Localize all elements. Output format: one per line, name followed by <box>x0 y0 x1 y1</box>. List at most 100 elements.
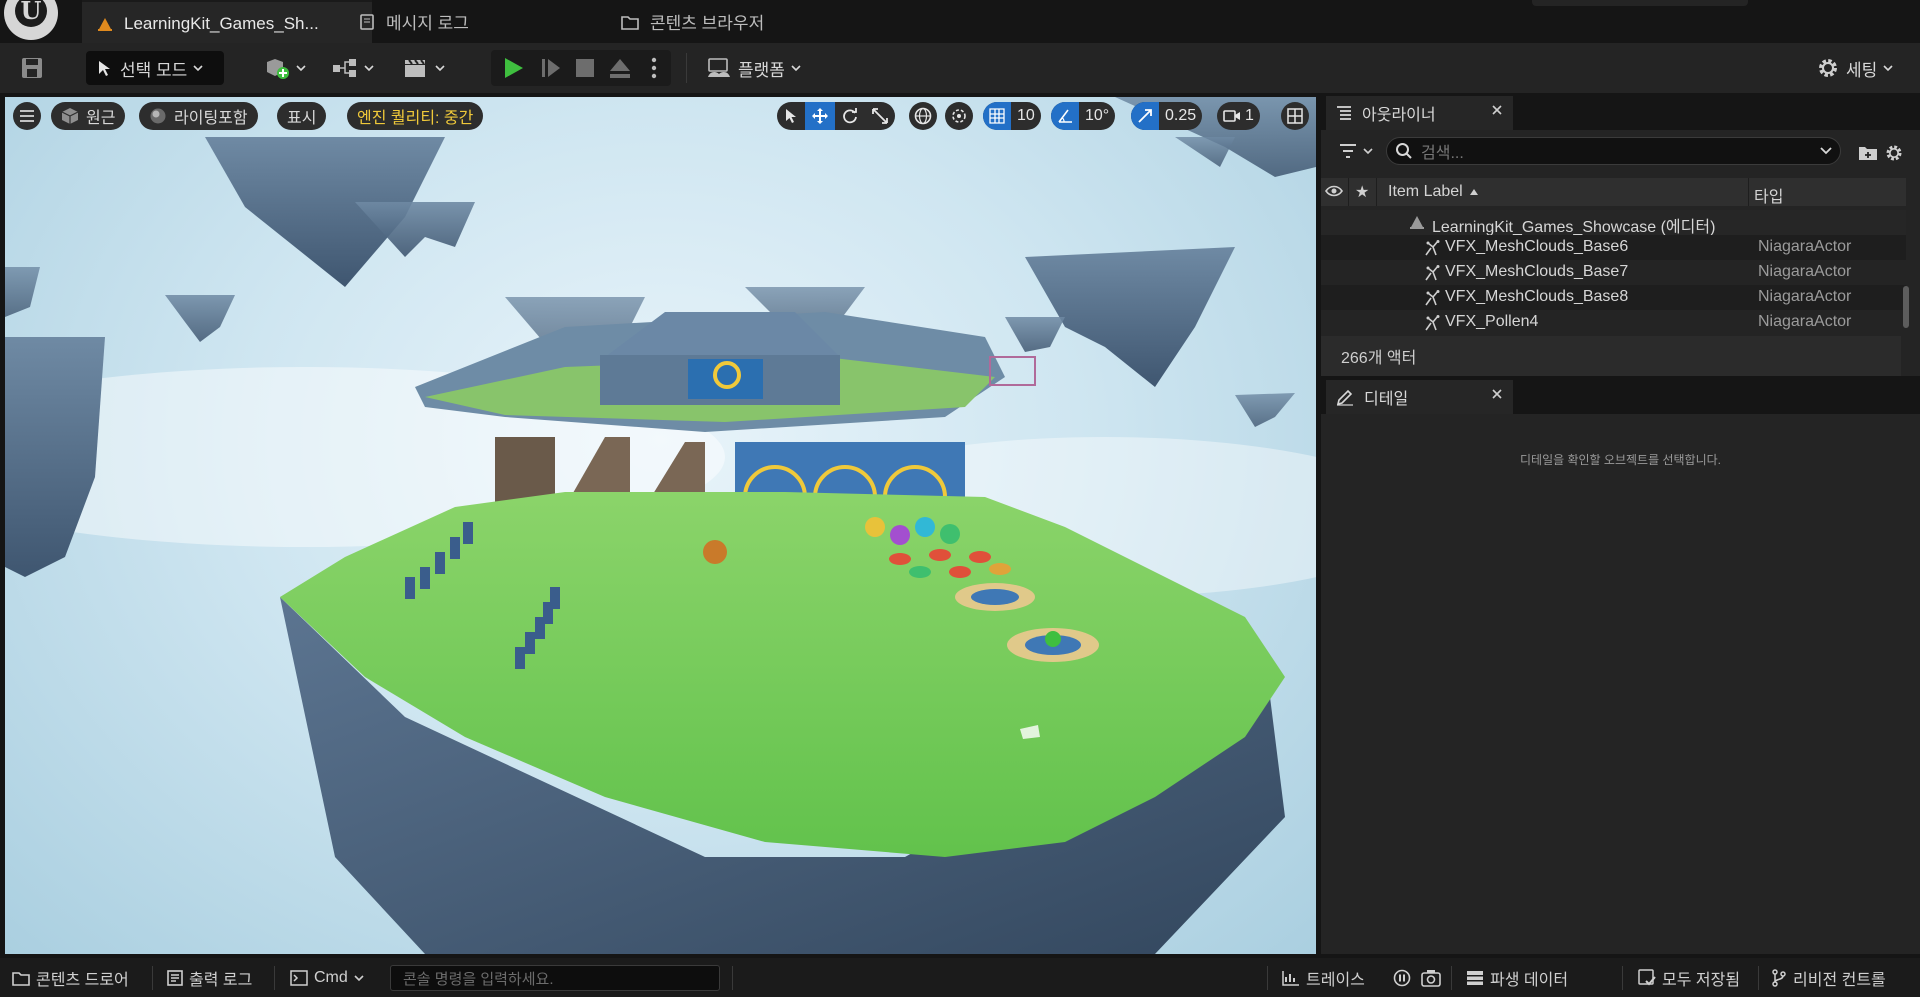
level-viewport[interactable]: 원근 라이팅포함 표시 엔진 퀄리티: 중간 10 10° 0.25 1 <box>5 97 1316 954</box>
derived-data-label: 파생 데이터 <box>1490 971 1569 989</box>
item-label-column[interactable]: Item Label <box>1388 183 1479 201</box>
camera-speed-button[interactable]: 1 <box>1217 102 1260 130</box>
blueprint-button[interactable] <box>332 51 374 85</box>
list-item[interactable]: VFX_MeshClouds_Base7 NiagaraActor <box>1321 260 1906 285</box>
perspective-button[interactable]: 원근 <box>51 102 126 130</box>
message-log-icon <box>360 13 374 30</box>
outliner-tab-label: 아웃라이너 <box>1362 107 1436 124</box>
column-divider <box>1748 178 1749 206</box>
sort-ascending-icon <box>1469 189 1478 195</box>
grid-snap-group[interactable]: 10 <box>983 102 1041 130</box>
save-all-button[interactable]: 모두 저장됨 <box>1638 958 1740 997</box>
output-log-label: 출력 로그 <box>189 971 253 989</box>
chevron-down-icon <box>296 65 306 72</box>
tab-message-log[interactable]: 메시지 로그 <box>344 0 483 43</box>
settings-label: 세팅 <box>1846 60 1878 80</box>
world-local-button[interactable] <box>909 102 937 130</box>
scale-snap-value[interactable]: 0.25 <box>1159 102 1202 130</box>
document-tab-bar: U LearningKit_Games_Sh... 메시지 로그 콘텐츠 브라우… <box>0 0 1920 45</box>
type-column[interactable]: 타입 <box>1754 183 1783 207</box>
content-drawer-button[interactable]: 콘텐츠 드로어 <box>12 958 129 997</box>
visibility-column-icon[interactable] <box>1325 184 1343 198</box>
level-icon <box>98 17 112 31</box>
globe-icon <box>914 107 932 125</box>
revision-control-button[interactable]: 리비전 컨트롤 <box>1771 958 1886 997</box>
add-folder-icon[interactable] <box>1858 144 1878 162</box>
screenshot-icon[interactable] <box>1421 969 1441 987</box>
list-item[interactable]: VFX_MeshClouds_Base8 NiagaraActor <box>1321 285 1906 310</box>
scale-tool[interactable] <box>865 102 895 130</box>
scale-snap-group[interactable]: 0.25 <box>1131 102 1203 130</box>
derived-data-button[interactable]: 파생 데이터 <box>1466 958 1568 997</box>
filter-button[interactable] <box>1339 144 1373 158</box>
viewport-layout-button[interactable] <box>1281 102 1309 130</box>
rotation-snap-toggle[interactable] <box>1051 102 1079 130</box>
scene-render[interactable] <box>5 97 1316 954</box>
rotate-tool[interactable] <box>835 102 865 130</box>
tree-root-row[interactable]: LearningKit_Games_Showcase (에디터) <box>1321 210 1906 236</box>
engine-quality-button[interactable]: 엔진 퀄리티: 중간 <box>347 102 484 130</box>
tab-details[interactable]: 디테일 <box>1326 380 1513 414</box>
outliner-tab-bar: 아웃라이너 <box>1321 96 1920 130</box>
list-item[interactable]: VFX_MeshClouds_Base6 NiagaraActor <box>1321 235 1906 260</box>
more-options-icon[interactable] <box>650 56 658 80</box>
close-icon[interactable] <box>1491 104 1503 116</box>
cinematics-button[interactable] <box>403 51 445 85</box>
platform-button[interactable]: 플랫폼 <box>706 51 801 85</box>
add-actor-button[interactable] <box>264 51 306 85</box>
scale-snap-toggle[interactable] <box>1131 102 1159 130</box>
close-icon[interactable] <box>1491 388 1503 400</box>
rotation-snap-value[interactable]: 10° <box>1079 102 1115 130</box>
console-command-input[interactable]: 콘솔 명령을 입력하세요. <box>390 965 720 991</box>
cmd-selector[interactable]: Cmd <box>290 958 364 997</box>
tab-content-browser[interactable]: 콘텐츠 브라우저 <box>606 0 778 43</box>
surface-snap-button[interactable] <box>945 102 973 130</box>
grid-snap-toggle[interactable] <box>983 102 1011 130</box>
output-log-button[interactable]: 출력 로그 <box>167 958 252 997</box>
pinned-column-icon[interactable]: ★ <box>1355 182 1369 202</box>
play-icon[interactable] <box>503 56 525 80</box>
list-item-label: VFX_MeshClouds_Base7 <box>1445 263 1629 280</box>
viewport-menu-button[interactable] <box>13 102 41 130</box>
main-toolbar: 선택 모드 플랫폼 세팅 <box>0 43 1920 93</box>
camera-speed-group[interactable]: 1 <box>1217 102 1260 130</box>
settings-button[interactable]: 세팅 <box>1816 51 1893 85</box>
output-log-icon <box>167 969 183 986</box>
cmd-label: Cmd <box>314 968 348 986</box>
tab-outliner[interactable]: 아웃라이너 <box>1326 96 1513 130</box>
show-flags-label: 표시 <box>287 110 317 127</box>
stop-icon[interactable] <box>575 58 595 78</box>
list-item-type: NiagaraActor <box>1758 263 1852 280</box>
save-icon[interactable] <box>20 56 44 80</box>
trace-button[interactable]: 트레이스 <box>1282 958 1365 997</box>
details-tab-bar: 디테일 <box>1321 380 1920 414</box>
view-mode-button[interactable]: 라이팅포함 <box>139 102 258 130</box>
eject-icon[interactable] <box>608 57 632 79</box>
show-flags-button[interactable]: 표시 <box>277 102 327 130</box>
selection-mode-button[interactable]: 선택 모드 <box>86 51 224 85</box>
trace-label: 트레이스 <box>1306 971 1365 989</box>
outliner-search-input[interactable]: 검색... <box>1386 137 1841 165</box>
list-item-type: NiagaraActor <box>1758 288 1852 305</box>
global-search-strip[interactable] <box>1532 0 1748 6</box>
chevron-down-icon <box>1820 147 1832 155</box>
grid-snap-value[interactable]: 10 <box>1011 102 1041 130</box>
saved-icon <box>1638 968 1656 985</box>
camera-speed-text: 1 <box>1245 107 1254 124</box>
rotation-snap-group[interactable]: 10° <box>1051 102 1116 130</box>
unreal-logo-icon[interactable]: U <box>4 0 58 40</box>
add-actor-icon <box>267 59 289 79</box>
translate-tool[interactable] <box>805 102 835 130</box>
list-item[interactable]: VFX_Pollen4 NiagaraActor <box>1321 310 1906 335</box>
filter-icon <box>1340 144 1356 158</box>
niagara-icon <box>1425 240 1440 256</box>
tab-level[interactable]: LearningKit_Games_Sh... <box>82 0 372 45</box>
view-mode-label: 라이팅포함 <box>174 110 248 127</box>
cube-icon <box>61 108 79 124</box>
select-tool[interactable] <box>777 102 805 130</box>
outliner-scrollbar[interactable] <box>1903 286 1909 328</box>
outliner-icon <box>1337 106 1351 120</box>
gear-icon[interactable] <box>1884 143 1904 163</box>
step-icon[interactable] <box>540 57 562 79</box>
record-icon[interactable] <box>1393 969 1411 987</box>
